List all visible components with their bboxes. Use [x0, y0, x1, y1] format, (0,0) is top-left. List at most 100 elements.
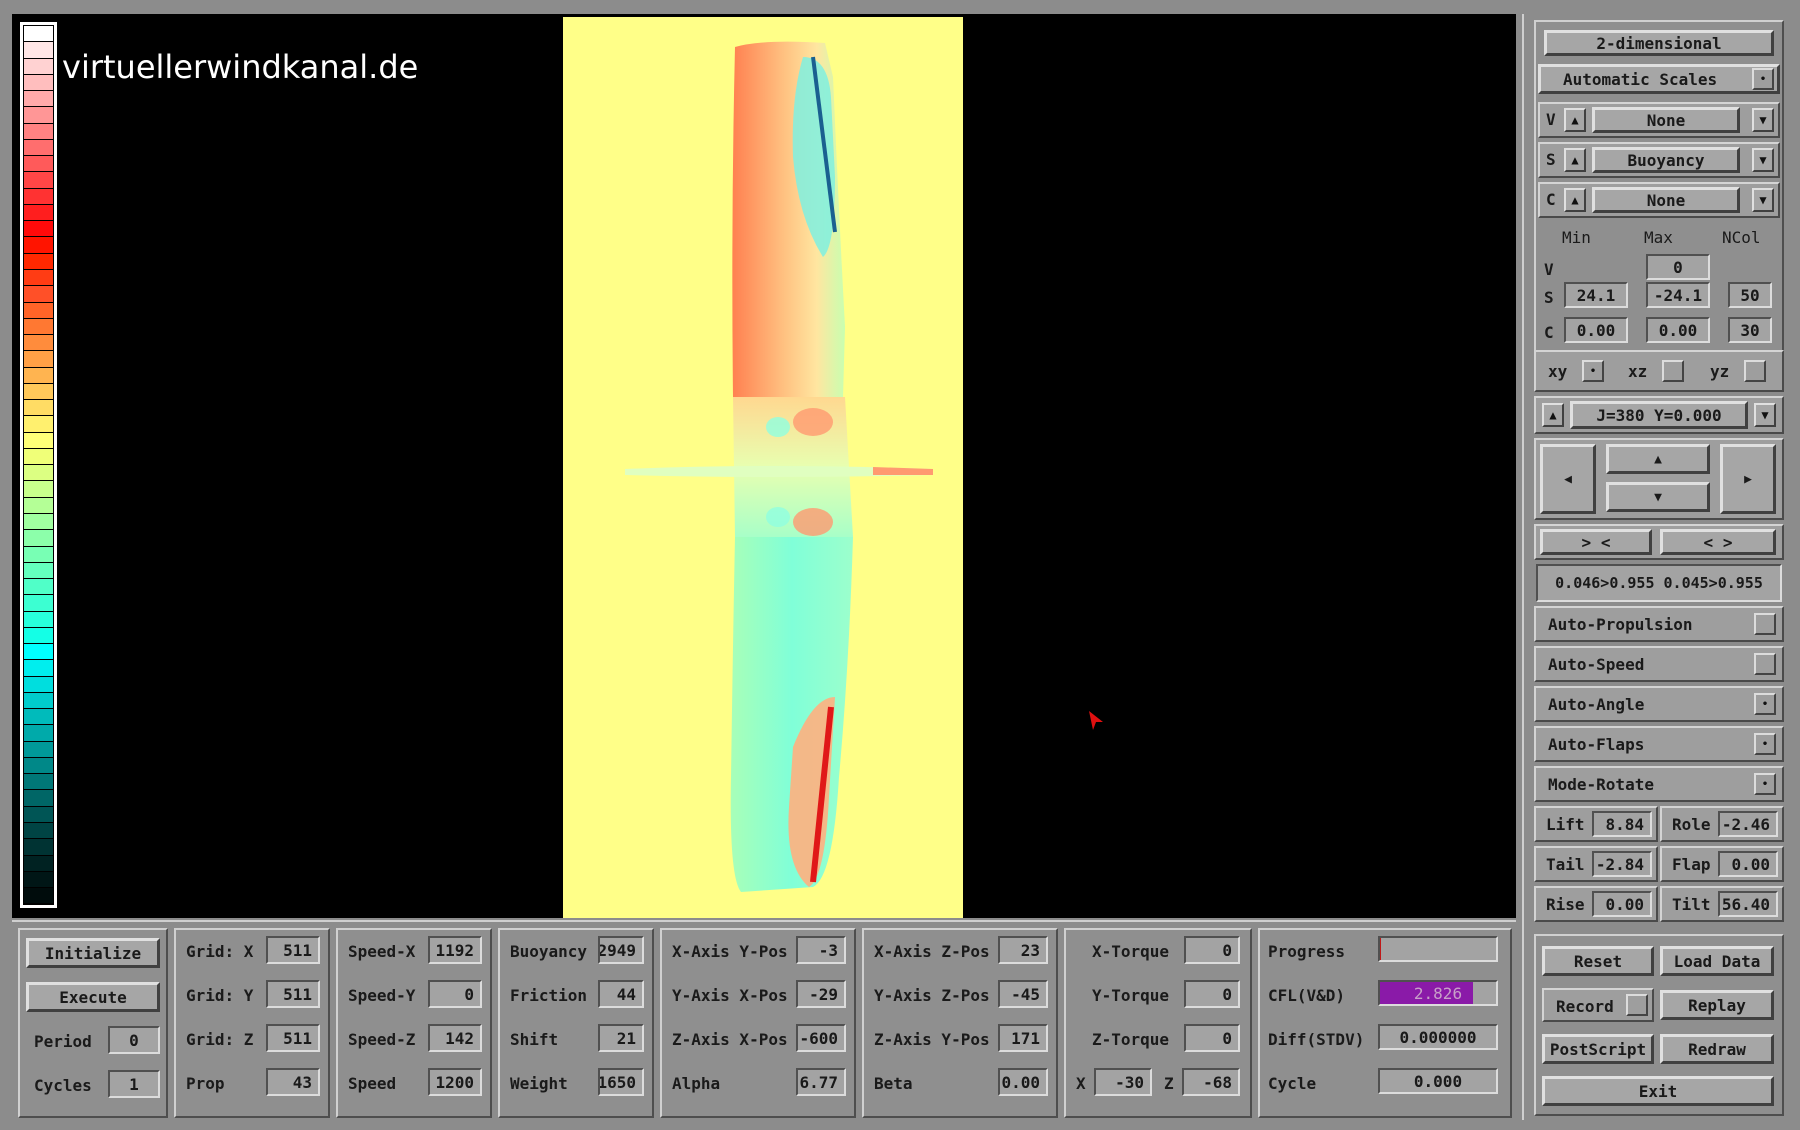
pan-left-arrow-icon[interactable]: ◀: [1540, 444, 1596, 514]
z-torque-field[interactable]: 0: [1184, 1024, 1240, 1052]
speed-field[interactable]: 1200: [428, 1068, 482, 1096]
cycles-field[interactable]: 1: [108, 1070, 160, 1098]
s-min-field[interactable]: 24.1: [1564, 282, 1628, 308]
s-select-down-arrow-icon[interactable]: ▼: [1752, 148, 1774, 172]
toggle-row[interactable]: Mode-Rotate •: [1534, 766, 1784, 802]
alpha-field[interactable]: 6.77: [796, 1068, 846, 1096]
cfl-label: CFL(V&D): [1268, 986, 1346, 1005]
c-range-label: C: [1544, 323, 1554, 342]
pan-right-arrow-icon[interactable]: ▶: [1720, 444, 1776, 514]
toggle-checkbox[interactable]: •: [1754, 773, 1776, 795]
toggle-checkbox[interactable]: [1754, 653, 1776, 675]
xaxis-ypos-field[interactable]: -3: [796, 936, 846, 964]
c-select-value[interactable]: None: [1592, 187, 1740, 213]
toggle-checkbox[interactable]: [1754, 613, 1776, 635]
toggle-row[interactable]: Auto-Flaps •: [1534, 726, 1784, 762]
s-max-field[interactable]: -24.1: [1646, 282, 1710, 308]
zoom-in-button[interactable]: > <: [1540, 529, 1652, 555]
rise-value[interactable]: 0.00: [1592, 891, 1652, 917]
pan-up-arrow-icon[interactable]: ▲: [1606, 444, 1710, 474]
execute-button[interactable]: Execute: [26, 982, 160, 1012]
c-ncol-field[interactable]: 30: [1728, 317, 1772, 343]
speed-x-field[interactable]: 1192: [428, 936, 482, 964]
record-checkbox[interactable]: [1626, 994, 1648, 1016]
slice-up-arrow-icon[interactable]: ▲: [1542, 403, 1564, 427]
toggle-checkbox[interactable]: •: [1754, 733, 1776, 755]
x-torque-field[interactable]: 0: [1184, 936, 1240, 964]
postscript-button[interactable]: PostScript: [1542, 1034, 1654, 1064]
colorbar-step: [24, 26, 53, 43]
plane-xz-radio[interactable]: [1662, 360, 1684, 382]
toggle-row[interactable]: Auto-Propulsion: [1534, 606, 1784, 642]
toggle-row[interactable]: Auto-Angle •: [1534, 686, 1784, 722]
scale-range-group: S 24.1 -24.1 50 C 0.00 0.00 30: [1534, 282, 1784, 354]
grid-y-field[interactable]: 511: [266, 980, 320, 1008]
grid-z-field[interactable]: 511: [266, 1024, 320, 1052]
initialize-button[interactable]: Initialize: [26, 938, 160, 968]
c-select-up-arrow-icon[interactable]: ▲: [1564, 188, 1586, 212]
zaxis-xpos-field[interactable]: -600: [796, 1024, 846, 1052]
buoyancy-field[interactable]: 2949: [598, 936, 644, 964]
pan-down-arrow-icon[interactable]: ▼: [1606, 482, 1710, 512]
s-select-value[interactable]: Buoyancy: [1592, 147, 1740, 173]
colorbar-step: [24, 237, 53, 254]
role-value[interactable]: -2.46: [1718, 811, 1778, 837]
friction-field[interactable]: 44: [598, 980, 644, 1008]
v-select-down-arrow-icon[interactable]: ▼: [1752, 108, 1774, 132]
c-select-row: C ▲ None ▼: [1538, 182, 1780, 218]
cycle-value: 0.000: [1378, 1068, 1498, 1094]
xaxis-zpos-field[interactable]: 23: [998, 936, 1048, 964]
zaxis-ypos-field[interactable]: 171: [998, 1024, 1048, 1052]
plane-xy-radio[interactable]: •: [1582, 360, 1604, 382]
automatic-scales-checkbox[interactable]: •: [1752, 68, 1774, 90]
colorbar-step: [24, 562, 53, 580]
s-select-up-arrow-icon[interactable]: ▲: [1564, 148, 1586, 172]
c-min-field[interactable]: 0.00: [1564, 317, 1628, 343]
v-select-up-arrow-icon[interactable]: ▲: [1564, 108, 1586, 132]
dimension-mode-button[interactable]: 2-dimensional: [1544, 30, 1774, 56]
record-toggle[interactable]: Record: [1542, 988, 1654, 1022]
speed-y-field[interactable]: 0: [428, 980, 482, 1008]
reset-button[interactable]: Reset: [1542, 946, 1654, 976]
flap-value[interactable]: 0.00: [1718, 851, 1778, 877]
plane-yz-radio[interactable]: [1744, 360, 1766, 382]
exit-button[interactable]: Exit: [1542, 1076, 1774, 1106]
colorbar-step: [24, 156, 53, 173]
toggle-checkbox[interactable]: •: [1754, 693, 1776, 715]
automatic-scales-toggle[interactable]: Automatic Scales: [1538, 64, 1780, 94]
z-small-field[interactable]: -68: [1182, 1068, 1240, 1096]
s-ncol-field[interactable]: 50: [1728, 282, 1772, 308]
speed-z-field[interactable]: 142: [428, 1024, 482, 1052]
replay-button[interactable]: Replay: [1660, 990, 1774, 1020]
s-select-row: S ▲ Buoyancy ▼: [1538, 142, 1780, 178]
slice-position-value[interactable]: J=380 Y=0.000: [1570, 401, 1748, 429]
lift-value[interactable]: 8.84: [1592, 811, 1652, 837]
mouse-cursor-icon: [1089, 711, 1103, 730]
c-select-down-arrow-icon[interactable]: ▼: [1752, 188, 1774, 212]
parameter-column: X-Axis Z-Pos 23 Y-Axis Z-Pos -45 Z-Axis Y-Po…: [862, 928, 1058, 1118]
period-field[interactable]: 0: [108, 1026, 160, 1054]
yaxis-xpos-field[interactable]: -29: [796, 980, 846, 1008]
weight-field[interactable]: 1650: [598, 1068, 644, 1096]
toggle-row[interactable]: Auto-Speed: [1534, 646, 1784, 682]
shift-field[interactable]: 21: [598, 1024, 644, 1052]
grid-x-field[interactable]: 511: [266, 936, 320, 964]
prop-field[interactable]: 43: [266, 1068, 320, 1096]
yaxis-zpos-field[interactable]: -45: [998, 980, 1048, 1008]
y-torque-field[interactable]: 0: [1184, 980, 1240, 1008]
visualization-viewport[interactable]: virtuellerwindkanal.de: [12, 14, 1516, 918]
redraw-button[interactable]: Redraw: [1660, 1034, 1774, 1064]
beta-field[interactable]: 0.00: [998, 1068, 1048, 1096]
cycle-label: Cycle: [1268, 1074, 1317, 1093]
slice-down-arrow-icon[interactable]: ▼: [1754, 403, 1776, 427]
tilt-value[interactable]: 56.40: [1718, 891, 1778, 917]
v-select-value[interactable]: None: [1592, 107, 1740, 133]
zoom-out-button[interactable]: < >: [1660, 529, 1776, 555]
v-max-field[interactable]: 0: [1646, 254, 1710, 280]
c-max-field[interactable]: 0.00: [1646, 317, 1710, 343]
load-data-button[interactable]: Load Data: [1660, 946, 1774, 976]
colorbar-step: [24, 481, 53, 498]
view-window-range: 0.046>0.955 0.045>0.955: [1536, 564, 1782, 602]
x-small-field[interactable]: -30: [1094, 1068, 1152, 1096]
tail-value[interactable]: -2.84: [1592, 851, 1652, 877]
